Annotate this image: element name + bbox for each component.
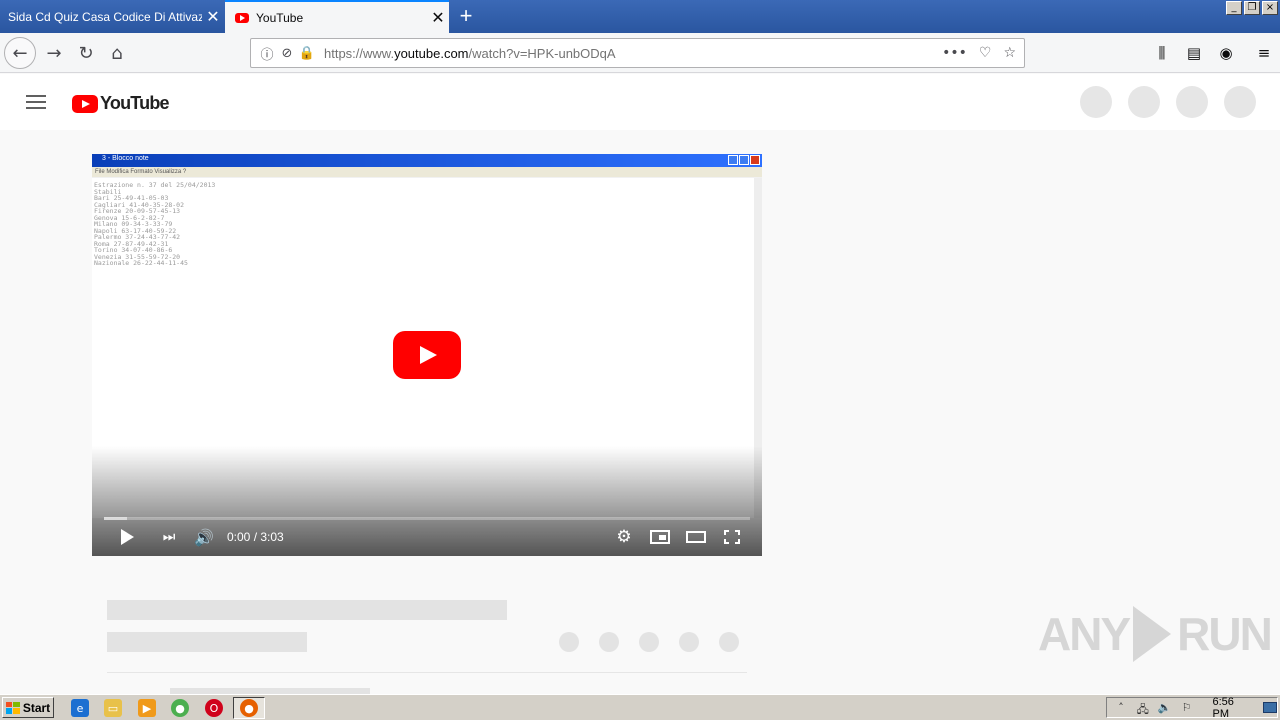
system-tray: ˄ 🖧 🔈 ⚐ 6:56 PM xyxy=(1106,696,1278,720)
embedded-window-controls xyxy=(728,155,760,165)
masthead-placeholder xyxy=(1080,86,1112,118)
minimize-button[interactable]: _ xyxy=(1226,1,1242,15)
action-center-flag-icon[interactable]: ⚐ xyxy=(1179,701,1195,715)
start-button[interactable]: Start xyxy=(2,697,54,718)
media-player-icon[interactable]: ▶ xyxy=(138,699,156,717)
tab-title: YouTube xyxy=(256,10,304,25)
start-label: Start xyxy=(22,700,51,715)
anyrun-watermark: ANY RUN xyxy=(1038,606,1273,662)
url-bar[interactable]: ⓘ ⊘ 🔒 https://www.youtube.com/watch?v=HP… xyxy=(250,38,1025,68)
close-tab-icon[interactable]: ✕ xyxy=(427,8,449,28)
page-actions-icon[interactable]: ••• xyxy=(942,45,967,61)
time-display: 0:00 / 3:03 xyxy=(227,530,284,544)
pocket-icon[interactable]: ♡ xyxy=(979,45,992,61)
tab-sida-cd-quiz[interactable]: Sida Cd Quiz Casa Codice Di Attivazione … xyxy=(0,0,224,33)
close-tab-icon[interactable]: ✕ xyxy=(202,7,224,27)
progress-bar[interactable] xyxy=(104,517,750,520)
action-placeholder xyxy=(599,632,619,652)
url-actions: ••• ♡ ☆ xyxy=(942,45,1016,61)
youtube-logo[interactable]: YouTube xyxy=(72,93,170,114)
watermark-text-left: ANY xyxy=(1038,608,1131,660)
internet-explorer-icon[interactable]: e xyxy=(71,699,89,717)
url-path: /watch?v=HPK-unbODqA xyxy=(468,45,616,61)
fullscreen-button[interactable] xyxy=(720,526,744,548)
volume-icon[interactable]: 🔊 xyxy=(192,526,216,548)
embedded-text-line: Nazionale 26-22-44-11-45 xyxy=(94,259,188,267)
window-controls: _ ❐ × xyxy=(1226,1,1278,15)
watermark-play-icon xyxy=(1133,606,1172,662)
large-play-button[interactable] xyxy=(393,331,461,379)
account-icon[interactable]: ◉ xyxy=(1210,37,1242,69)
next-video-button[interactable]: ⏭ xyxy=(158,526,180,548)
show-desktop-icon[interactable] xyxy=(1263,702,1278,713)
chrome-icon[interactable]: ● xyxy=(171,699,189,717)
theater-mode-button[interactable] xyxy=(684,526,708,548)
lock-icon[interactable]: 🔒 xyxy=(298,44,316,62)
action-placeholder xyxy=(679,632,699,652)
settings-gear-icon[interactable]: ⚙ xyxy=(612,526,636,548)
toolbar-right: ⫼ ▤ ◉ ≡ xyxy=(1146,37,1280,69)
library-icon[interactable]: ⫼ xyxy=(1146,37,1178,69)
video-player[interactable]: 3 - Blocco note File Modifica Formato Vi… xyxy=(92,154,762,556)
youtube-masthead: YouTube xyxy=(0,74,1280,130)
masthead-placeholder xyxy=(1128,86,1160,118)
sidebar-icon[interactable]: ▤ xyxy=(1178,37,1210,69)
tray-expand-icon[interactable]: ˄ xyxy=(1113,701,1129,715)
windows-logo-icon xyxy=(5,701,20,714)
reload-button[interactable]: ↻ xyxy=(70,37,102,69)
browser-navbar: ← → ↻ ⌂ ⓘ ⊘ 🔒 https://www.youtube.com/wa… xyxy=(0,33,1280,73)
clock[interactable]: 6:56 PM xyxy=(1213,696,1254,720)
miniplayer-button[interactable] xyxy=(648,526,672,548)
guide-menu-icon[interactable] xyxy=(26,95,46,109)
firefox-taskbar-button[interactable]: ● xyxy=(233,697,265,719)
action-placeholder xyxy=(639,632,659,652)
embedded-menu-bar: File Modifica Formato Visualizza ? xyxy=(92,167,762,177)
menu-icon[interactable]: ≡ xyxy=(1248,37,1280,69)
tab-youtube[interactable]: YouTube ✕ xyxy=(225,0,449,33)
bookmark-star-icon[interactable]: ☆ xyxy=(1003,45,1016,61)
browser-tab-strip: Sida Cd Quiz Casa Codice Di Attivazione … xyxy=(0,0,1280,33)
firefox-icon: ● xyxy=(240,699,258,717)
tab-title: Sida Cd Quiz Casa Codice Di Attivazione xyxy=(8,9,202,24)
url-domain: youtube.com xyxy=(394,45,469,61)
youtube-favicon-icon xyxy=(235,12,249,23)
home-button[interactable]: ⌂ xyxy=(101,37,133,69)
divider xyxy=(107,672,747,673)
speaker-icon[interactable]: 🔈 xyxy=(1157,701,1173,715)
new-tab-button[interactable]: + xyxy=(452,2,480,30)
play-button[interactable] xyxy=(116,526,138,548)
close-window-button[interactable]: × xyxy=(1262,1,1278,15)
url-text[interactable]: https://www.youtube.com/watch?v=HPK-unbO… xyxy=(324,46,942,61)
forward-button[interactable]: → xyxy=(38,37,70,69)
folder-icon[interactable]: ▭ xyxy=(104,699,122,717)
embedded-window-title: 3 - Blocco note xyxy=(102,155,149,162)
action-placeholder xyxy=(559,632,579,652)
autoplay-blocked-icon[interactable]: ⊘ xyxy=(278,44,296,62)
views-placeholder xyxy=(107,632,307,652)
url-prefix: https://www. xyxy=(324,45,395,61)
watermark-text-right: RUN xyxy=(1177,608,1273,660)
masthead-placeholder xyxy=(1224,86,1256,118)
network-icon[interactable]: 🖧 xyxy=(1135,701,1151,716)
restore-button[interactable]: ❐ xyxy=(1244,1,1260,15)
back-button[interactable]: ← xyxy=(4,37,36,69)
masthead-placeholder xyxy=(1176,86,1208,118)
windows-taskbar: Start e ▭ ▶ ● O ● ˄ 🖧 🔈 ⚐ 6:56 PM xyxy=(0,694,1280,720)
embedded-window-titlebar: 3 - Blocco note xyxy=(92,154,762,167)
youtube-play-logo-icon xyxy=(72,94,98,113)
title-placeholder xyxy=(107,600,507,620)
opera-icon[interactable]: O xyxy=(205,699,223,717)
progress-loaded xyxy=(104,517,127,520)
action-placeholder xyxy=(719,632,739,652)
youtube-logo-text: YouTube xyxy=(100,93,170,113)
info-icon[interactable]: ⓘ xyxy=(258,44,276,63)
